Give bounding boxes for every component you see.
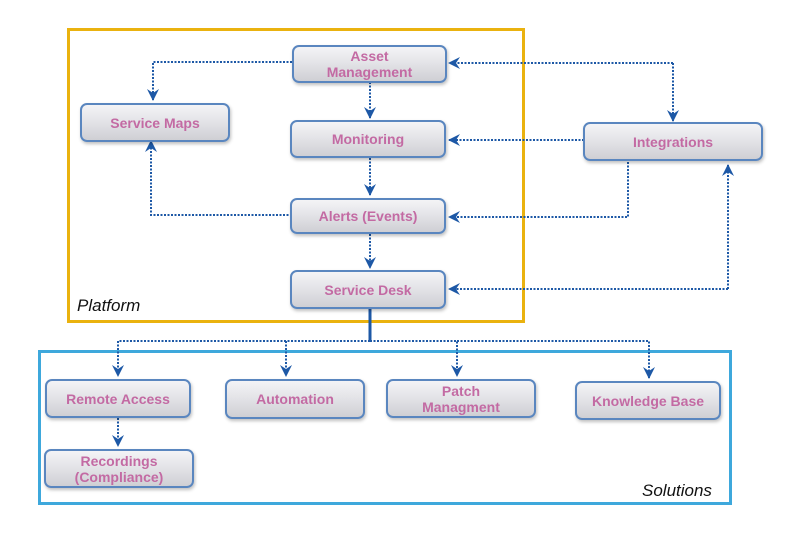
node-remote-access[interactable]: Remote Access [45, 379, 191, 418]
edge-desk-to-patch [370, 340, 463, 377]
node-automation[interactable]: Automation [225, 379, 365, 419]
node-knowledge-base[interactable]: Knowledge Base [575, 381, 721, 420]
node-alerts-events[interactable]: Alerts (Events) [290, 198, 446, 234]
node-service-desk[interactable]: Service Desk [290, 270, 446, 309]
node-patch-management[interactable]: Patch Managment [386, 379, 536, 418]
node-asset-management[interactable]: Asset Management [292, 45, 447, 83]
node-service-maps[interactable]: Service Maps [80, 103, 230, 142]
diagram-canvas: Asset Management Service Maps Monitoring… [0, 0, 800, 537]
edge-desk-to-remote [112, 340, 370, 377]
node-recordings-compliance[interactable]: Recordings (Compliance) [44, 449, 194, 488]
edge-integrations-to-alerts [448, 162, 629, 223]
solutions-label: Solutions [642, 481, 712, 500]
node-monitoring[interactable]: Monitoring [290, 120, 446, 158]
node-integrations[interactable]: Integrations [583, 122, 763, 161]
edge-asset-to-service-maps [147, 61, 292, 101]
platform-label: Platform [77, 296, 141, 315]
edge-desk-to-knowledge [457, 340, 655, 379]
edge-alerts-to-service-maps [145, 140, 292, 216]
